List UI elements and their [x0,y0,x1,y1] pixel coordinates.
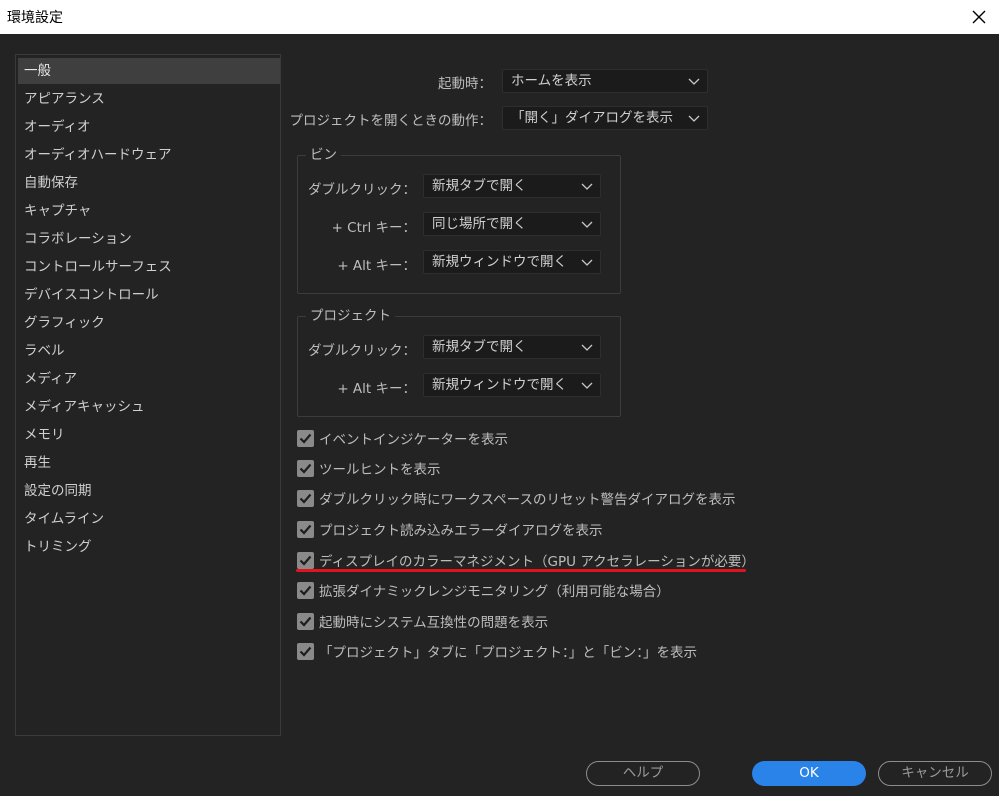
sidebar-item-sync-settings[interactable]: 設定の同期 [18,478,280,504]
chevron-down-icon [581,344,593,351]
workspace-reset-warning-checkbox[interactable]: ダブルクリック時にワークスペースのリセット警告ダイアログを表示 [297,487,735,509]
project-load-error-checkbox[interactable]: プロジェクト読み込みエラーダイアログを表示 [297,518,603,540]
project-double-click-dropdown[interactable]: 新規タブで開く [423,335,601,359]
sidebar-item-audio-hardware[interactable]: オーディオハードウェア [18,142,280,168]
sidebar-item-control-surface[interactable]: コントロールサーフェス [18,254,280,280]
close-button[interactable] [959,0,999,34]
project-double-click-label: ダブルクリック： [308,343,416,359]
checkbox-label: ツールヒントを表示 [319,462,441,478]
checkbox-checked-icon[interactable] [297,489,314,507]
bin-double-click-dropdown[interactable]: 新規タブで開く [423,174,601,198]
chevron-down-icon [581,382,593,389]
open-project-label: プロジェクトを開くときの動作： [289,113,493,129]
project-bin-prefix-checkbox[interactable]: 「プロジェクト」タブに「プロジェクト：」と「ビン：」を表示 [297,640,697,662]
checkbox-checked-icon[interactable] [297,459,314,477]
sidebar-item-collaboration[interactable]: コラボレーション [18,226,280,252]
project-group: プロジェクト [297,306,621,417]
sidebar-item-playback[interactable]: 再生 [18,450,280,476]
bin-double-click-label: ダブルクリック： [308,182,416,198]
help-button[interactable]: ヘルプ [586,761,700,786]
display-color-management-checkbox[interactable]: ディスプレイのカラーマネジメント（GPU アクセラレーションが必要） [297,549,755,571]
project-alt-label: + Alt キー： [337,381,416,397]
checkbox-label: イベントインジケーターを表示 [319,432,508,448]
sidebar-item-audio[interactable]: オーディオ [18,114,280,140]
sidebar-item-general[interactable]: 一般 [18,58,280,84]
bin-group-title: ビン [306,145,341,165]
sidebar-item-device-control[interactable]: デバイスコントロール [18,282,280,308]
project-alt-value: 新規ウィンドウで開く [432,377,567,393]
ok-button[interactable]: OK [752,761,866,786]
sidebar-item-trimming[interactable]: トリミング [18,534,280,560]
sidebar-item-media[interactable]: メディア [18,366,280,392]
sidebar-item-labels[interactable]: ラベル [18,338,280,364]
project-alt-dropdown[interactable]: 新規ウィンドウで開く [423,373,601,397]
title-bar: 環境設定 [0,0,999,34]
checkbox-checked-icon[interactable] [297,581,314,599]
sidebar-item-media-cache[interactable]: メディアキャッシュ [18,394,280,420]
checkbox-label: 起動時にシステム互換性の問題を表示 [319,615,549,631]
chevron-down-icon [581,183,593,190]
checkbox-label: プロジェクト読み込みエラーダイアログを表示 [319,523,603,539]
bin-alt-dropdown[interactable]: 新規ウィンドウで開く [423,250,601,274]
chevron-down-icon [688,78,700,85]
open-project-dropdown[interactable]: 「開く」ダイアログを表示 [502,106,708,130]
bin-ctrl-dropdown[interactable]: 同じ場所で開く [423,212,601,236]
chevron-down-icon [581,221,593,228]
hdr-monitoring-checkbox[interactable]: 拡張ダイナミックレンジモニタリング（利用可能な場合） [297,579,670,601]
close-icon [972,10,986,24]
tooltips-checkbox[interactable]: ツールヒントを表示 [297,457,441,479]
checkbox-label: ダブルクリック時にワークスペースのリセット警告ダイアログを表示 [319,492,736,508]
startup-value: ホームを表示 [511,73,592,89]
sidebar-item-timeline[interactable]: タイムライン [18,506,280,532]
window-title: 環境設定 [7,10,63,26]
red-highlight-underline [296,569,746,572]
startup-dropdown[interactable]: ホームを表示 [502,69,708,93]
checkbox-checked-icon[interactable] [297,612,314,630]
event-indicator-checkbox[interactable]: イベントインジケーターを表示 [297,427,508,449]
bin-alt-value: 新規ウィンドウで開く [432,254,567,270]
chevron-down-icon [688,115,700,122]
category-sidebar: 一般 アピアランス オーディオ オーディオハードウェア 自動保存 キャプチャ コ… [15,54,281,736]
chevron-down-icon [581,259,593,266]
checkbox-label: ディスプレイのカラーマネジメント（GPU アクセラレーションが必要） [319,554,755,570]
checkbox-checked-icon[interactable] [297,429,314,447]
system-compatibility-checkbox[interactable]: 起動時にシステム互換性の問題を表示 [297,610,548,632]
bin-double-click-value: 新規タブで開く [432,178,527,194]
bin-ctrl-value: 同じ場所で開く [432,216,527,232]
sidebar-item-auto-save[interactable]: 自動保存 [18,170,280,196]
bin-alt-label: + Alt キー： [337,258,416,274]
sidebar-item-graphics[interactable]: グラフィック [18,310,280,336]
checkbox-checked-icon[interactable] [297,520,314,538]
project-group-title: プロジェクト [306,306,395,326]
checkbox-checked-icon[interactable] [297,642,314,660]
checkbox-checked-icon[interactable] [297,551,314,569]
sidebar-item-capture[interactable]: キャプチャ [18,198,280,224]
sidebar-item-memory[interactable]: メモリ [18,422,280,448]
checkbox-label: 拡張ダイナミックレンジモニタリング（利用可能な場合） [319,584,670,600]
open-project-value: 「開く」ダイアログを表示 [511,110,673,126]
bin-ctrl-label: + Ctrl キー： [331,220,416,236]
cancel-button[interactable]: キャンセル [878,761,992,786]
checkbox-label: 「プロジェクト」タブに「プロジェクト：」と「ビン：」を表示 [319,645,697,661]
project-double-click-value: 新規タブで開く [432,339,527,355]
startup-label: 起動時： [438,76,492,92]
sidebar-item-appearance[interactable]: アピアランス [18,86,280,112]
